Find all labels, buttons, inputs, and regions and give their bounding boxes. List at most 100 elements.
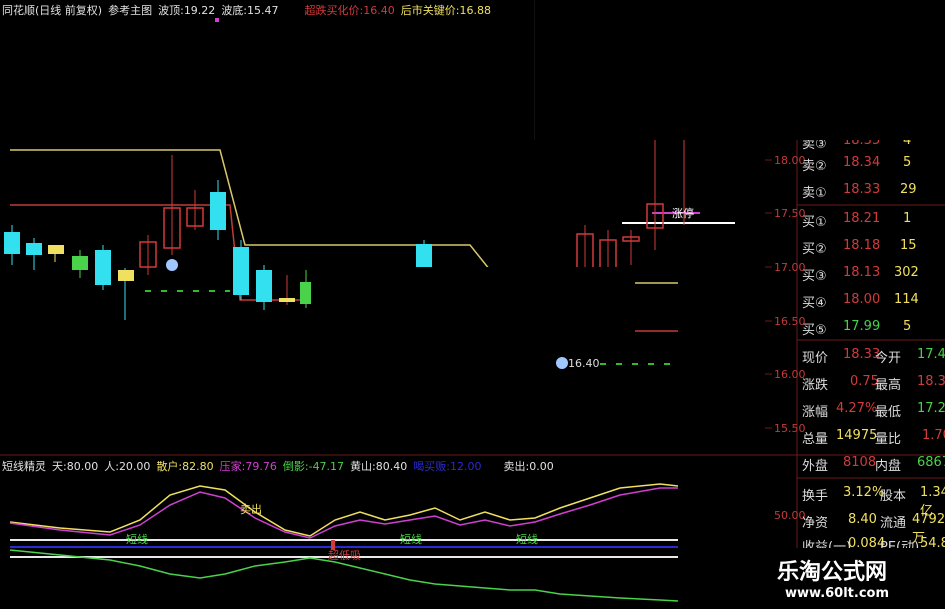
sub-yellow-line	[9, 483, 679, 537]
key-price-label: 后市关键价:	[400, 4, 460, 17]
chart-title: 同花顺(日线 前复权)	[2, 4, 103, 17]
sell-value: 0.00	[529, 460, 554, 473]
watermark-cn: 乐淘公式网	[777, 559, 888, 585]
bid-vol: 114	[894, 292, 919, 307]
ask-row[interactable]: 卖① 18.33 29	[800, 179, 945, 201]
pressure-label: 压家:	[219, 460, 246, 473]
ask-price: 18.34	[843, 155, 881, 170]
fund-value: 3.12%	[843, 485, 885, 500]
ask-row[interactable]: 卖② 18.34 5	[800, 152, 945, 174]
quote-value: 4.27%	[836, 401, 878, 416]
bid-row[interactable]: 买① 18.21 1	[800, 208, 945, 230]
quote-label: 最高	[875, 378, 902, 393]
fund-label: 股本	[880, 489, 907, 504]
fund-label: 净资	[802, 516, 829, 531]
fund-row: 净资 8.40 流通 4792万	[800, 509, 945, 546]
fund-value: 8.40	[848, 512, 877, 527]
quote-value: 14975	[836, 428, 878, 443]
yellow-value: 80.40	[375, 460, 408, 473]
quote-label: 涨幅	[802, 405, 829, 420]
quote-label: 外盘	[802, 459, 829, 474]
wave-bottom-value: 15.47	[247, 4, 279, 17]
bid-label: 买③	[802, 269, 827, 284]
quote-row: 外盘 8108 内盘 6867	[800, 452, 945, 474]
bid-vol: 302	[894, 265, 919, 280]
wave-top-label: 波顶:	[158, 4, 184, 17]
indicator-name: 参考主图	[108, 4, 153, 17]
ask-label: 卖②	[802, 159, 827, 174]
ask-vol: 29	[900, 182, 917, 197]
low-buy-label: 短线	[400, 533, 422, 546]
dark-label: 倒影:	[282, 460, 309, 473]
quote-row: 涨幅 4.27% 最低 17.25	[800, 398, 945, 420]
sub-indicator-name: 短线精灵	[2, 460, 46, 473]
quote-value: 17.49	[917, 347, 945, 362]
bid-price: 18.18	[843, 238, 881, 253]
marker-dot	[215, 18, 219, 22]
quote-label: 最低	[875, 405, 902, 420]
bid-row[interactable]: 买② 18.18 15	[800, 235, 945, 257]
occluded-region	[534, 0, 945, 140]
person-value: 20.00	[118, 460, 151, 473]
oversold-price-value: 16.40	[363, 4, 395, 17]
bid-row[interactable]: 买⑤ 17.99 5	[800, 316, 945, 338]
wave-top-value: 19.22	[183, 4, 216, 17]
fund-row: 换手 3.12% 股本 1.34亿	[800, 482, 945, 519]
retail-value: 82.80	[182, 460, 214, 473]
quote-value: 17.25	[917, 401, 945, 416]
wave-bottom-label: 波底:	[221, 4, 248, 17]
pressure-value: 79.76	[245, 460, 277, 473]
low-buy-label: 短线	[126, 533, 148, 546]
quote-value: 8108	[843, 455, 877, 470]
bid-label: 买⑤	[802, 323, 827, 338]
quote-label: 内盘	[875, 459, 902, 474]
bid-label: 买①	[802, 215, 827, 230]
quote-label: 现价	[802, 351, 829, 366]
super-low-buy-label: 超低吸	[328, 549, 361, 562]
quote-value: 1.70	[922, 428, 945, 443]
quote-value: 18.33	[917, 374, 945, 389]
time-marker: 16.40	[568, 357, 600, 370]
limit-up-label: 涨停	[672, 207, 694, 220]
fund-label: 换手	[802, 489, 829, 504]
quote-row: 涨跌 0.75 最高 18.33	[800, 371, 945, 393]
watermark: 乐淘公式网 www.60lt.com	[755, 548, 945, 609]
bid-price: 18.13	[843, 265, 881, 280]
ask-label: 卖①	[802, 186, 827, 201]
quote-label: 今开	[875, 351, 902, 366]
retail-label: 散户:	[156, 460, 183, 473]
bid-price: 17.99	[843, 319, 881, 334]
quote-row: 现价 18.33 今开 17.49	[800, 344, 945, 366]
key-price-value: 16.88	[459, 4, 491, 17]
quote-label: 涨跌	[802, 378, 829, 393]
ask-price: 18.33	[843, 182, 881, 197]
bid-price: 18.00	[843, 292, 881, 307]
sub-chart-header: 短线精灵 天:80.00 人:20.00 散户:82.80 压家:79.76 倒影:-47…	[2, 460, 560, 473]
bid-price: 18.21	[843, 211, 881, 226]
sky-label: 天:	[52, 460, 67, 473]
dark-value: -47.17	[308, 460, 345, 473]
lowbuy-value: 12.00	[450, 460, 482, 473]
low-buy-label: 短线	[516, 533, 538, 546]
bid-label: 买②	[802, 242, 827, 257]
bid-vol: 5	[903, 319, 912, 334]
sky-value: 80.00	[66, 460, 99, 473]
quote-row: 总量 14975 量比 1.70	[800, 425, 945, 447]
ask-vol: 5	[903, 155, 912, 170]
bid-row[interactable]: 买④ 18.00 114	[800, 289, 945, 311]
bid-row[interactable]: 买③ 18.13 302	[800, 262, 945, 284]
occluded-region	[311, 267, 633, 338]
quote-label: 量比	[875, 432, 902, 447]
lowbuy-label: 喝买贩:	[413, 460, 450, 473]
sub-purple-line	[9, 487, 678, 539]
sell-label: 卖出:	[503, 460, 530, 473]
sell-out-label: 卖出	[240, 503, 262, 516]
person-label: 人:	[104, 460, 119, 473]
bid-vol: 15	[900, 238, 917, 253]
bid-label: 买④	[802, 296, 827, 311]
watermark-url: www.60lt.com	[785, 586, 890, 601]
yellow-label: 黄山:	[350, 460, 376, 473]
oversold-price-label: 超跌买化价:	[304, 4, 364, 17]
bid-vol: 1	[903, 211, 912, 226]
quote-value: 6867	[917, 455, 945, 470]
